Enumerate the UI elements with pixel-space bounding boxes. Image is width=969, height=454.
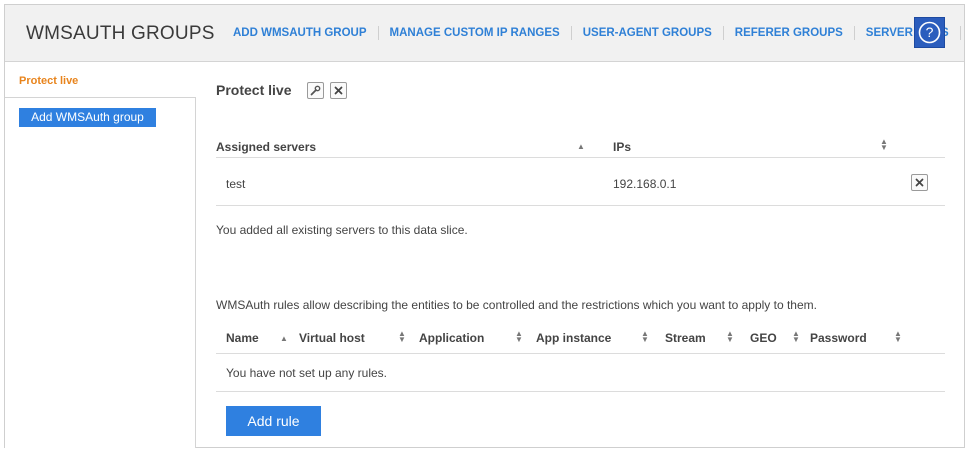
servers-table-header: Assigned servers ▲ IPs ▲ ▼ — [216, 136, 945, 158]
sort-both-icon[interactable]: ▲ ▼ — [894, 330, 902, 344]
servers-note: You added all existing servers to this d… — [216, 223, 468, 237]
close-icon — [334, 86, 343, 95]
column-header-app-instance[interactable]: App instance — [536, 331, 611, 345]
nav-add-wmsauth-group[interactable]: ADD WMSAUTH GROUP — [222, 26, 379, 40]
sort-both-icon[interactable]: ▲ ▼ — [515, 330, 523, 344]
nav-referer-groups[interactable]: REFERER GROUPS — [724, 26, 855, 40]
delete-group-button[interactable] — [330, 82, 347, 99]
column-header-application[interactable]: Application — [419, 331, 484, 345]
close-icon — [915, 178, 924, 187]
sort-both-icon[interactable]: ▲ ▼ — [880, 138, 888, 152]
sort-both-icon[interactable]: ▲ ▼ — [641, 330, 649, 344]
rules-empty-row: You have not set up any rules. — [216, 354, 945, 392]
group-title: Protect live — [216, 82, 292, 98]
column-header-ips[interactable]: IPs — [613, 140, 631, 154]
server-name: test — [226, 177, 246, 191]
top-nav: ADD WMSAUTH GROUP MANAGE CUSTOM IP RANGE… — [222, 26, 961, 40]
table-row: test 192.168.0.1 — [216, 163, 945, 206]
rules-empty-text: You have not set up any rules. — [226, 366, 388, 380]
column-header-assigned-servers[interactable]: Assigned servers — [216, 140, 316, 154]
rules-description: WMSAuth rules allow describing the entit… — [216, 298, 817, 312]
sidebar-item-protect-live[interactable]: Protect live — [5, 63, 196, 98]
nav-user-agent-groups[interactable]: USER-AGENT GROUPS — [572, 26, 724, 40]
server-ip: 192.168.0.1 — [613, 177, 677, 191]
nav-manage-custom-ip-ranges[interactable]: MANAGE CUSTOM IP RANGES — [379, 26, 572, 40]
svg-text:?: ? — [926, 24, 934, 40]
add-wmsauth-group-button[interactable]: Add WMSAuth group — [19, 108, 156, 127]
column-header-password[interactable]: Password — [810, 331, 867, 345]
edit-group-button[interactable] — [307, 82, 324, 99]
header: WMSAUTH GROUPS ADD WMSAUTH GROUP MANAGE … — [5, 5, 964, 62]
add-rule-button[interactable]: Add rule — [226, 406, 321, 436]
sort-both-icon[interactable]: ▲ ▼ — [792, 330, 800, 344]
question-circle-icon: ? — [918, 21, 941, 44]
sidebar-item-label: Protect live — [19, 75, 79, 87]
help-button[interactable]: ? — [914, 17, 945, 48]
rules-table-header: Name ▲ Virtual host ▲ ▼ Application ▲ ▼ Ap… — [216, 326, 945, 354]
sort-asc-icon[interactable]: ▲ — [280, 334, 288, 343]
page-title: WMSAUTH GROUPS — [26, 23, 215, 44]
column-header-virtual-host[interactable]: Virtual host — [299, 331, 365, 345]
sort-both-icon[interactable]: ▲ ▼ — [726, 330, 734, 344]
sort-both-icon[interactable]: ▲ ▼ — [398, 330, 406, 344]
column-header-stream[interactable]: Stream — [665, 331, 706, 345]
sort-asc-icon[interactable]: ▲ — [577, 142, 585, 151]
remove-server-button[interactable] — [911, 174, 928, 191]
column-header-geo[interactable]: GEO — [750, 331, 777, 345]
column-header-name[interactable]: Name — [226, 331, 259, 345]
sidebar: Protect live Add WMSAuth group — [5, 63, 196, 448]
wrench-icon — [310, 85, 321, 96]
app-frame: WMSAUTH GROUPS ADD WMSAUTH GROUP MANAGE … — [4, 4, 965, 448]
